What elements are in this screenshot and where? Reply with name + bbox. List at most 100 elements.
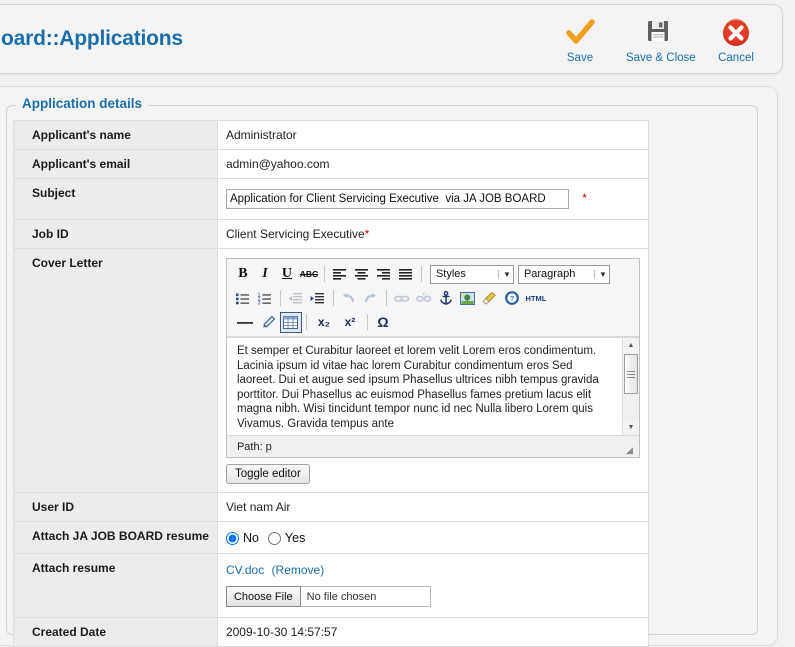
table-row-applicant-name: Applicant's name Administrator — [13, 120, 649, 150]
scrollbar-thumb[interactable] — [623, 354, 638, 394]
label-job-id: Job ID — [13, 219, 218, 249]
indent-icon[interactable] — [307, 288, 329, 309]
attach-jobboard-resume-radio-group: No Yes — [225, 530, 640, 545]
file-upload-control[interactable]: Choose File No file chosen — [225, 586, 431, 607]
editor-toolbar-row-2: 123 ? HTML — [230, 286, 636, 310]
application-details-table: Applicant's name Administrator Applicant… — [13, 120, 649, 647]
table-row-created-date: Created Date 2009-10-30 14:57:57 — [13, 617, 649, 647]
resume-file-link[interactable]: CV.doc — [226, 563, 264, 577]
svg-text:3: 3 — [258, 300, 261, 304]
table-icon[interactable] — [279, 311, 302, 333]
job-id-text: Client Servicing Executive — [225, 227, 365, 241]
remove-formatting-icon[interactable] — [258, 312, 280, 333]
value-applicant-email: admin@yahoo.com — [216, 149, 649, 179]
align-justify-icon[interactable] — [395, 264, 417, 285]
save-button[interactable]: Save — [548, 15, 612, 64]
link-icon[interactable] — [391, 288, 413, 309]
superscript-icon[interactable]: x² — [337, 312, 363, 333]
chosen-file-name: No file chosen — [300, 586, 431, 607]
strikethrough-icon[interactable]: ABC — [298, 264, 320, 285]
label-subject: Subject — [13, 178, 218, 220]
fieldset-legend: Application details — [16, 96, 149, 111]
editor-content-area[interactable]: Et semper et Curabitur laoreet et lorem … — [226, 337, 639, 435]
undo-icon[interactable] — [338, 288, 360, 309]
bold-icon[interactable]: B — [232, 264, 254, 285]
label-attach-resume: Attach resume — [13, 553, 218, 618]
special-character-icon[interactable]: Ω — [372, 312, 394, 333]
scroll-down-icon[interactable]: ▼ — [622, 420, 639, 435]
cancel-circle-icon — [704, 18, 768, 50]
label-cover-letter: Cover Letter — [13, 248, 218, 493]
rich-text-editor: B I U ABC Styles ▼ Paragraph ▼ 1 2 3 ? H… — [225, 258, 640, 458]
editor-vertical-scrollbar[interactable]: ▲ ▼ — [621, 338, 639, 435]
italic-icon[interactable]: I — [254, 264, 276, 285]
align-center-icon[interactable] — [351, 264, 373, 285]
checkmark-icon — [548, 18, 612, 50]
editor-toolbar-row-3: x₂ x² Ω — [230, 310, 636, 334]
value-cover-letter: B I U ABC Styles ▼ Paragraph ▼ 1 2 3 ? H… — [216, 248, 649, 493]
toggle-editor-button[interactable]: Toggle editor — [225, 464, 310, 484]
value-job-id: Client Servicing Executive* — [216, 219, 649, 249]
table-row-cover-letter: Cover Letter B I U ABC Styles ▼ Paragrap… — [13, 248, 649, 493]
toolbar-separator — [366, 314, 368, 330]
value-applicant-name: Administrator — [216, 120, 649, 150]
image-icon[interactable] — [457, 288, 479, 309]
svg-text:?: ? — [510, 294, 515, 303]
label-applicant-name: Applicant's name — [13, 120, 218, 150]
radio-yes[interactable] — [267, 531, 281, 545]
cancel-button[interactable]: Cancel — [704, 15, 768, 64]
attach-resume-links: CV.doc (Remove) — [226, 563, 640, 579]
anchor-icon[interactable] — [435, 288, 457, 309]
bullet-list-icon[interactable] — [232, 288, 254, 309]
numbered-list-icon[interactable]: 123 — [254, 288, 276, 309]
underline-icon[interactable]: U — [276, 264, 298, 285]
application-details-fieldset: Application details Applicant's name Adm… — [6, 96, 758, 647]
unlink-icon[interactable] — [413, 288, 435, 309]
radio-yes-label[interactable]: Yes — [285, 531, 305, 545]
header-bar: oard::Applications Save Save & Close Can… — [0, 4, 783, 74]
table-row-job-id: Job ID Client Servicing Executive* — [13, 219, 649, 249]
outdent-icon[interactable] — [285, 288, 307, 309]
align-right-icon[interactable] — [373, 264, 395, 285]
label-created-date: Created Date — [13, 617, 218, 647]
radio-no-label[interactable]: No — [243, 531, 259, 545]
styles-select[interactable]: Styles ▼ — [429, 264, 514, 284]
editor-toolbar-row-1: B I U ABC Styles ▼ Paragraph ▼ — [230, 262, 636, 286]
toolbar-separator — [305, 314, 307, 330]
resume-remove-link[interactable]: (Remove) — [272, 563, 325, 577]
label-user-id: User ID — [13, 492, 218, 522]
cleanup-broom-icon[interactable] — [479, 288, 501, 309]
editor-toolbar: B I U ABC Styles ▼ Paragraph ▼ 1 2 3 ? H… — [226, 259, 639, 337]
horizontal-rule-icon[interactable] — [232, 312, 258, 333]
radio-no[interactable] — [225, 531, 239, 545]
html-source-icon[interactable]: HTML — [523, 288, 549, 309]
toolbar-separator — [385, 290, 387, 306]
paragraph-select-value: Paragraph — [523, 268, 576, 280]
value-user-id: Viet nam Air — [216, 492, 649, 522]
paragraph-select[interactable]: Paragraph ▼ — [517, 264, 610, 284]
toolbar-separator — [323, 266, 325, 282]
table-row-applicant-email: Applicant's email admin@yahoo.com — [13, 149, 649, 179]
help-icon[interactable]: ? — [501, 288, 523, 309]
chevron-down-icon: ▼ — [594, 269, 607, 279]
align-left-icon[interactable] — [329, 264, 351, 285]
cancel-button-label: Cancel — [718, 52, 754, 64]
subscript-icon[interactable]: x₂ — [311, 312, 337, 333]
job-id-required-marker: * — [364, 227, 370, 241]
toolbar-separator — [420, 266, 422, 282]
scroll-up-icon[interactable]: ▲ — [622, 338, 639, 353]
page-title: oard::Applications — [1, 27, 183, 50]
editor-body-text: Et semper et Curabitur laoreet et lorem … — [236, 345, 599, 430]
redo-icon[interactable] — [360, 288, 382, 309]
toolbar-separator — [332, 290, 334, 306]
value-created-date: 2009-10-30 14:57:57 — [216, 617, 649, 647]
table-row-attach-resume: Attach resume CV.doc (Remove) Choose Fil… — [13, 553, 649, 618]
save-button-label: Save — [566, 52, 594, 64]
resize-handle-icon[interactable]: ◢ — [626, 445, 636, 455]
toolbar-separator — [279, 290, 281, 306]
save-and-close-button[interactable]: Save & Close — [626, 15, 696, 64]
subject-input[interactable] — [225, 189, 569, 209]
save-and-close-button-label: Save & Close — [626, 52, 696, 64]
value-attach-jobboard-resume: No Yes — [216, 521, 649, 554]
choose-file-button[interactable]: Choose File — [225, 586, 301, 607]
